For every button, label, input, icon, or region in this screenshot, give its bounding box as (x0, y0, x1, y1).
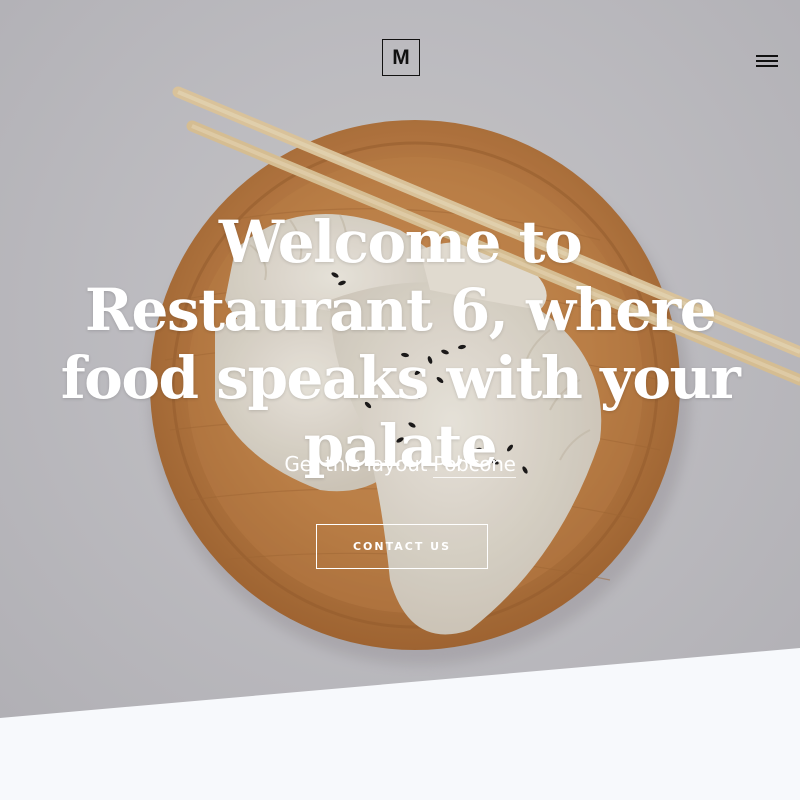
hero-subline: Get this layout Pobcone (150, 452, 650, 478)
hamburger-menu-icon[interactable] (754, 52, 780, 70)
pobcone-link[interactable]: Pobcone (433, 452, 516, 478)
logo-letter: M (392, 45, 410, 69)
subline-text: Get this layout (284, 452, 428, 476)
site-logo[interactable]: M (382, 39, 420, 76)
hero-headline: Welcome to Restaurant 6, where food spea… (60, 208, 741, 480)
contact-us-button[interactable]: CONTACT US (316, 524, 488, 569)
